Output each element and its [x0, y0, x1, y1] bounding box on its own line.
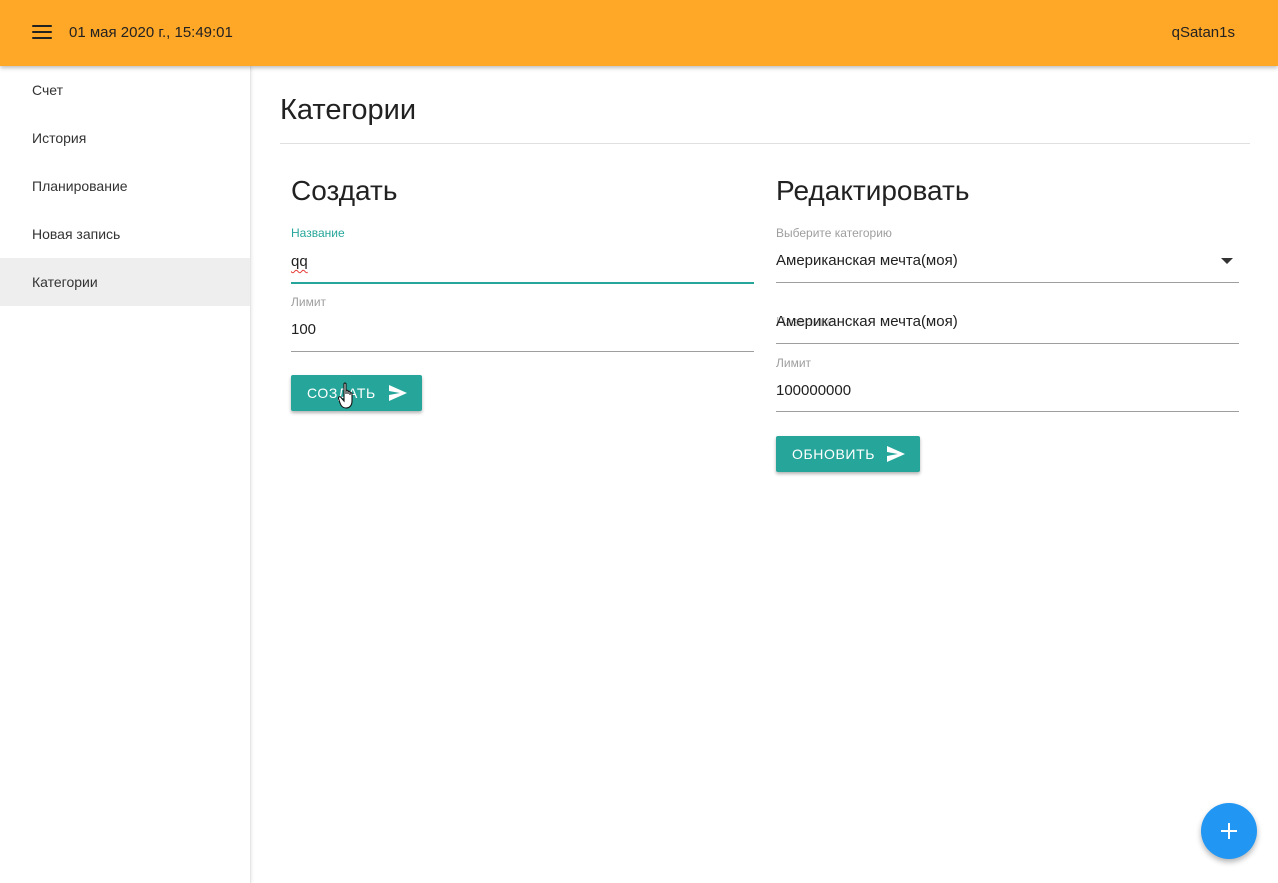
edit-section-title: Редактировать [776, 175, 970, 206]
sidebar-item-label: Планирование [32, 178, 128, 194]
sidebar-item-categories[interactable]: Категории [0, 258, 250, 306]
username-link[interactable]: qSatan1s [1172, 24, 1235, 41]
sidebar-item-history[interactable]: История [0, 114, 250, 162]
sidebar-item-label: Счет [32, 82, 63, 98]
plus-icon [1221, 823, 1237, 839]
edit-select-label: Выберите категорию [776, 226, 892, 240]
edit-limit-underline [776, 411, 1239, 412]
title-divider [280, 143, 1250, 144]
chevron-down-icon[interactable] [1221, 258, 1233, 264]
create-name-value: qq [291, 253, 308, 270]
sidebar-item-label: Категории [32, 274, 98, 290]
edit-limit-input[interactable]: 100000000 [776, 382, 851, 399]
send-icon [887, 446, 905, 462]
edit-name-underline [776, 343, 1239, 344]
edit-limit-label: Лимит [776, 356, 812, 370]
sidebar: Счет История Планирование Новая запись К… [0, 66, 251, 883]
edit-select-underline [776, 282, 1239, 283]
create-name-input[interactable]: qq [291, 253, 308, 270]
create-section-title: Создать [291, 175, 398, 206]
create-limit-underline [291, 351, 754, 352]
hamburger-menu-icon[interactable] [32, 25, 52, 41]
send-icon [389, 385, 407, 401]
sidebar-item-planning[interactable]: Планирование [0, 162, 250, 210]
update-button-label: Обновить [792, 446, 876, 462]
top-navbar: 01 мая 2020 г., 15:49:01 qSatan1s [0, 0, 1278, 66]
hand-cursor-icon [338, 382, 353, 409]
create-name-label: Название [291, 226, 345, 240]
sidebar-item-new-record[interactable]: Новая запись [0, 210, 250, 258]
page-title: Категории [280, 94, 417, 126]
update-button[interactable]: Обновить [776, 436, 920, 472]
add-fab-button[interactable] [1201, 803, 1257, 859]
current-datetime: 01 мая 2020 г., 15:49:01 [69, 24, 233, 41]
sidebar-item-label: Новая запись [32, 226, 121, 242]
sidebar-item-account[interactable]: Счет [0, 66, 250, 114]
create-limit-input[interactable]: 100 [291, 321, 316, 338]
edit-name-input[interactable]: Американская мечта(моя) [776, 313, 958, 330]
create-limit-label: Лимит [291, 295, 327, 309]
create-name-underline [291, 282, 754, 284]
category-select[interactable]: Американская мечта(моя) [776, 252, 958, 269]
sidebar-item-label: История [32, 130, 87, 146]
